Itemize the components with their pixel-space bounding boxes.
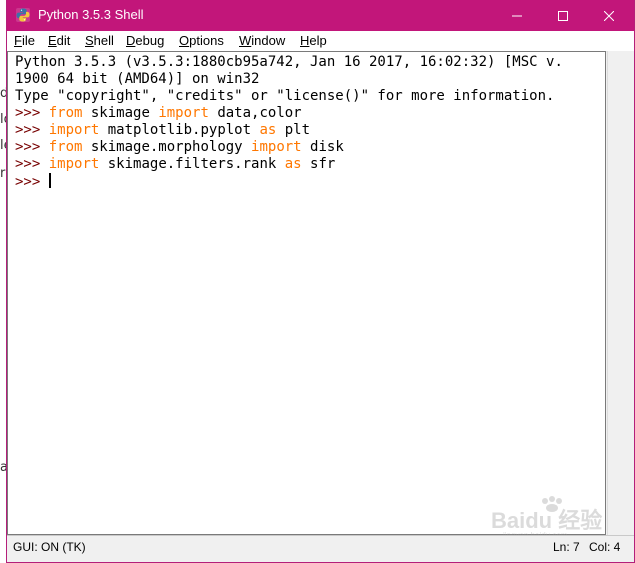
menu-edit[interactable]: Edit: [48, 33, 70, 48]
text-cursor: [48, 173, 51, 188]
menu-window[interactable]: Window: [239, 33, 285, 48]
prompt: >>>: [15, 174, 41, 190]
prompt: >>>: [15, 156, 41, 172]
keyword: as: [259, 122, 277, 138]
menu-options-label: ptions: [189, 33, 224, 48]
window-title: Python 3.5.3 Shell: [38, 7, 144, 22]
gui-status: GUI: ON (TK): [13, 540, 86, 554]
menu-debug[interactable]: Debug: [126, 33, 164, 48]
banner-line: Python 3.5.3 (v3.5.3:1880cb95a742, Jan 1…: [15, 54, 563, 70]
keyword: from: [48, 105, 83, 121]
status-bar: GUI: ON (TK) Ln: 7 Col: 4: [7, 535, 634, 558]
banner-line: Type "copyright", "credits" or "license(…: [15, 88, 555, 104]
menu-shell-mnemonic: S: [85, 33, 94, 48]
close-button[interactable]: [586, 0, 632, 31]
menu-shell[interactable]: Shell: [85, 33, 114, 48]
vertical-scrollbar[interactable]: [607, 51, 634, 535]
column-number: Col: 4: [589, 540, 621, 554]
code-text: disk: [301, 139, 344, 155]
bg-fragment: r: [0, 166, 6, 181]
menu-help-mnemonic: H: [300, 33, 310, 48]
shell-output: Python 3.5.3 (v3.5.3:1880cb95a742, Jan 1…: [15, 54, 563, 191]
minimize-icon: [512, 15, 522, 16]
baidu-jingyan-watermark: Bai​du 经验 jingyan.baidu.com: [485, 493, 605, 540]
code-text: matplotlib.pyplot: [99, 122, 260, 138]
menu-edit-mnemonic: E: [48, 33, 57, 48]
prompt: >>>: [15, 105, 41, 121]
line-number: Ln: 7: [553, 540, 580, 554]
menu-debug-label: ebug: [135, 33, 165, 48]
python-icon: [16, 8, 30, 22]
code-text: data,color: [208, 105, 302, 121]
close-icon: [604, 10, 614, 21]
idle-shell-window: Python 3.5.3 Shell File Edit Shell Debug…: [6, 0, 635, 563]
menu-debug-mnemonic: D: [126, 33, 136, 48]
banner-line: 1900 64 bit (AMD64)] on win32: [15, 71, 260, 87]
menu-shell-label: hell: [93, 33, 114, 48]
shell-text-area[interactable]: Python 3.5.3 (v3.5.3:1880cb95a742, Jan 1…: [7, 51, 606, 535]
code-text: plt: [276, 122, 311, 138]
code-text: skimage.filters.rank: [99, 156, 285, 172]
maximize-button[interactable]: [540, 0, 586, 31]
keyword: from: [48, 139, 83, 155]
prompt: >>>: [15, 139, 41, 155]
menu-options-mnemonic: O: [179, 33, 190, 48]
menu-help[interactable]: Help: [300, 33, 327, 48]
menu-edit-label: dit: [56, 33, 71, 48]
code-text: skimage.morphology: [82, 139, 252, 155]
menu-window-mnemonic: W: [239, 33, 252, 48]
menu-file-mnemonic: F: [14, 33, 22, 48]
menu-file[interactable]: File: [14, 33, 35, 48]
keyword: import: [251, 139, 302, 155]
keyword: import: [158, 105, 209, 121]
keyword: as: [284, 156, 302, 172]
minimize-button[interactable]: [494, 0, 540, 31]
maximize-icon: [558, 10, 568, 21]
keyword: import: [48, 122, 100, 138]
prompt: >>>: [15, 122, 41, 138]
menu-options[interactable]: Options: [179, 33, 224, 48]
menu-help-label: elp: [309, 33, 327, 48]
title-bar[interactable]: Python 3.5.3 Shell: [7, 0, 634, 31]
menu-bar: File Edit Shell Debug Options Window Hel…: [7, 31, 634, 52]
keyword: import: [48, 156, 100, 172]
code-text: sfr: [301, 156, 336, 172]
menu-window-label: indow: [251, 33, 286, 48]
menu-file-label: ile: [21, 33, 35, 48]
code-text: skimage: [82, 105, 159, 121]
